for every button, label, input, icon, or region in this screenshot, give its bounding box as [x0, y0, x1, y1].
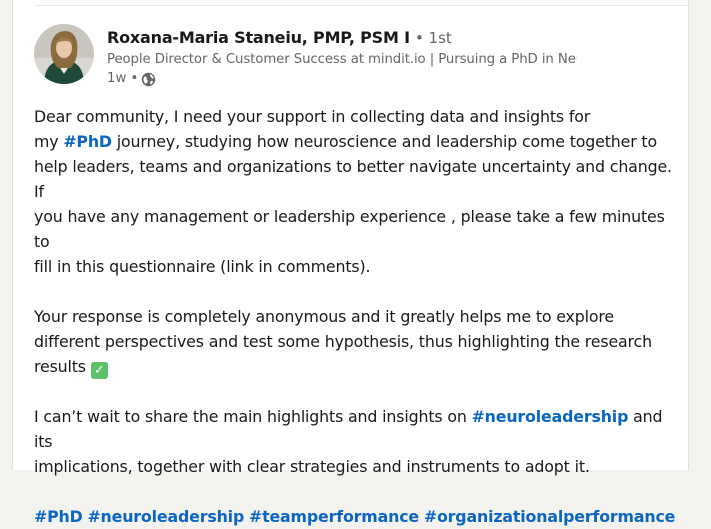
- post-text: fill in this questionnaire (link in comm…: [34, 257, 371, 276]
- post-text: you have any management or leadership ex…: [34, 207, 665, 251]
- post-text: I can’t wait to share the main highlight…: [34, 407, 467, 426]
- check-mark-emoji-icon: ✓: [90, 362, 108, 379]
- post-text: Your response is completely anonymous an…: [34, 307, 614, 326]
- author-line: Roxana-Maria Staneiu, PMP, PSM I • 1st: [107, 28, 452, 48]
- post-paragraph: Your response is completely anonymous an…: [34, 304, 684, 379]
- author-avatar[interactable]: [34, 24, 94, 84]
- author-name[interactable]: Roxana-Maria Staneiu, PMP, PSM I: [107, 28, 410, 47]
- post-text: Dear community, I need your support in c…: [34, 107, 591, 126]
- post-text: different perspectives and test some hyp…: [34, 332, 652, 351]
- post-text: journey, studying how neuroscience and l…: [111, 132, 657, 151]
- feed-post-card: Roxana-Maria Staneiu, PMP, PSM I • 1st P…: [12, 0, 689, 526]
- hashtag-link[interactable]: #PhD: [34, 507, 83, 526]
- post-age: 1w •: [107, 71, 139, 86]
- divider: [35, 5, 688, 6]
- post-paragraph: Dear community, I need your support in c…: [34, 104, 684, 279]
- post-paragraph: I can’t wait to share the main highlight…: [34, 404, 684, 479]
- post-body: Dear community, I need your support in c…: [34, 104, 684, 529]
- post-text: my: [34, 132, 59, 151]
- post-meta: 1w •: [107, 70, 156, 88]
- connection-degree: • 1st: [414, 29, 452, 47]
- post-text: results: [34, 357, 86, 376]
- post-text: implications, together with clear strate…: [34, 457, 590, 476]
- hashtag-link[interactable]: #neuroleadership: [472, 407, 629, 426]
- post-text: help leaders, teams and organizations to…: [34, 157, 672, 201]
- hashtag-link[interactable]: #PhD: [63, 132, 112, 151]
- author-headline: People Director & Customer Success at mi…: [107, 52, 577, 67]
- hashtag-link[interactable]: #teamperformance: [249, 507, 419, 526]
- hashtag-link[interactable]: #organizationalperformance: [424, 507, 676, 526]
- hashtag-link[interactable]: #neuroleadership: [87, 507, 244, 526]
- hashtag-line: #PhD #neuroleadership #teamperformance #…: [34, 504, 684, 529]
- globe-icon: [142, 72, 156, 86]
